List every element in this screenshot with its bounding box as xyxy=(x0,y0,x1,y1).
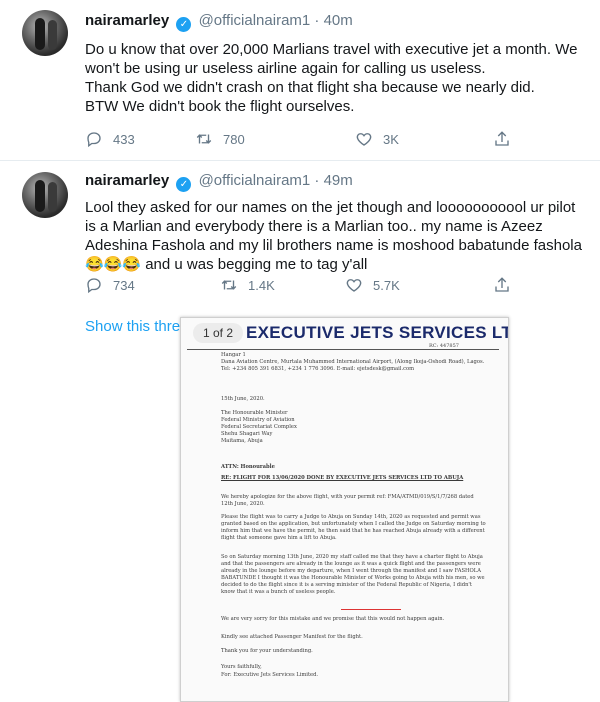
avatar[interactable] xyxy=(22,10,68,56)
document-paragraph: So on Saturday morning 13th June, 2020 m… xyxy=(221,554,485,595)
document-paragraph: Please the flight was to carry a Judge t… xyxy=(221,514,486,541)
time-separator: · xyxy=(314,172,320,189)
share-icon xyxy=(495,277,509,292)
document-sign-off: Yours faithfully, xyxy=(221,664,262,670)
avatar-figure xyxy=(48,182,57,212)
retweet-button[interactable]: 1.4K xyxy=(220,276,275,294)
document-recipient: The Honourable Minister Federal Ministry… xyxy=(221,410,421,445)
document-date: 15th June, 2020. xyxy=(221,396,265,402)
tweet-text-line: Do u know that over 20,000 Marlians trav… xyxy=(85,41,578,58)
reply-button[interactable]: 734 xyxy=(85,276,135,294)
retweet-icon xyxy=(196,134,212,144)
document-letterhead-title: EXECUTIVE JETS SERVICES LTD. xyxy=(246,323,509,342)
tweet-text-line: Lool they asked for our names on the jet… xyxy=(85,199,576,216)
tweet-actions: 433 780 3K xyxy=(85,130,525,152)
tweet-text-line: 😂😂😂 and u was begging me to tag y'all xyxy=(85,256,368,273)
verified-badge-icon: ✓ xyxy=(176,177,192,192)
tweet-text-line: won't be using ur useless airline again … xyxy=(85,60,486,77)
document-recipient-line: Federal Ministry of Aviation xyxy=(221,417,295,423)
document-divider xyxy=(187,349,499,350)
heart-icon xyxy=(356,133,372,146)
document-address-line: Dana Aviation Centre, Murtala Muhammed I… xyxy=(221,359,485,365)
reply-icon xyxy=(87,278,101,294)
avatar[interactable] xyxy=(22,172,68,218)
tweet-text: Do u know that over 20,000 Marlians trav… xyxy=(85,40,590,116)
share-button[interactable] xyxy=(493,130,511,153)
document-sign-company: For: Executive Jets Services Limited. xyxy=(221,672,319,678)
heart-icon xyxy=(346,279,362,292)
document-attn: ATTN: Honourable xyxy=(221,464,275,470)
tweet-2[interactable]: nairamarley ✓ @officialnairam1 · 49m Loo… xyxy=(0,160,600,320)
image-page-indicator: 1 of 2 xyxy=(193,323,243,343)
document-paragraph: Kindly see attached Passenger Manifest f… xyxy=(221,634,363,640)
document-recipient-line: Federal Secretariat Complex xyxy=(221,424,297,430)
tweet-header: nairamarley ✓ @officialnairam1 · 49m xyxy=(85,172,353,192)
avatar-figure xyxy=(35,18,45,50)
retweet-icon xyxy=(221,280,237,290)
document-recipient-line: Shehu Shagari Way xyxy=(221,431,273,437)
reply-count: 734 xyxy=(113,277,135,293)
avatar-figure xyxy=(48,20,57,50)
document-paragraph: We are very sorry for this mistake and w… xyxy=(221,616,445,622)
document-address-line: Hangar 1 xyxy=(221,352,246,358)
document-subject: RE: FLIGHT FOR 13/06/2020 DONE BY EXECUT… xyxy=(221,475,464,481)
user-handle[interactable]: @officialnairam1 xyxy=(199,172,311,189)
attached-document-image[interactable]: EXECUTIVE JETS SERVICES LTD. RC: 447857 … xyxy=(180,317,509,702)
document-address-line: Tel: +234 805 391 6831, +234 1 776 3096.… xyxy=(221,366,415,372)
tweet-timestamp[interactable]: 49m xyxy=(324,172,353,189)
show-thread-link[interactable]: Show this thre xyxy=(85,318,180,335)
like-button[interactable]: 3K xyxy=(355,130,399,148)
like-button[interactable]: 5.7K xyxy=(345,276,400,294)
document-red-underline xyxy=(341,609,401,610)
display-name[interactable]: nairamarley xyxy=(85,172,169,189)
tweet-text: Lool they asked for our names on the jet… xyxy=(85,198,590,274)
reply-count: 433 xyxy=(113,131,135,147)
document-paragraph: Thank you for your understanding. xyxy=(221,648,313,654)
reply-button[interactable]: 433 xyxy=(85,130,135,148)
time-separator: · xyxy=(314,12,320,29)
display-name[interactable]: nairamarley xyxy=(85,12,169,29)
tweet-text-line: Thank God we didn't crash on that flight… xyxy=(85,79,535,96)
tweet-text-line: Adeshina Fashola and my lil brothers nam… xyxy=(85,237,582,254)
like-count: 3K xyxy=(383,131,399,147)
document-address: Hangar 1 Dana Aviation Centre, Murtala M… xyxy=(221,352,491,373)
tweet-timestamp[interactable]: 40m xyxy=(324,12,353,29)
tweet-actions: 734 1.4K 5.7K xyxy=(85,276,525,298)
share-icon xyxy=(495,131,509,146)
verified-badge-icon: ✓ xyxy=(176,17,192,32)
share-button[interactable] xyxy=(493,276,511,299)
tweet-text-line: is a Marlian and everybody there is a Ma… xyxy=(85,218,543,235)
avatar-figure xyxy=(35,180,45,212)
tweet-text-line: BTW We didn't book the flight ourselves. xyxy=(85,98,355,115)
reply-icon xyxy=(87,132,101,148)
document-paragraph: We hereby apologize for the above flight… xyxy=(221,494,474,507)
tweet-1[interactable]: nairamarley ✓ @officialnairam1 · 40m Do … xyxy=(0,0,600,160)
document-recipient-line: Maitama, Abuja xyxy=(221,438,263,444)
document-recipient-line: The Honourable Minister xyxy=(221,410,288,416)
user-handle[interactable]: @officialnairam1 xyxy=(199,12,311,29)
retweet-button[interactable]: 780 xyxy=(195,130,245,148)
retweet-count: 780 xyxy=(223,131,245,147)
tweet-header: nairamarley ✓ @officialnairam1 · 40m xyxy=(85,12,353,32)
retweet-count: 1.4K xyxy=(248,277,275,293)
like-count: 5.7K xyxy=(373,277,400,293)
